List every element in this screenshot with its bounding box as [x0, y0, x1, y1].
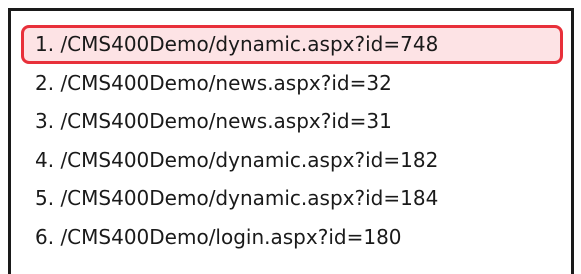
url-list-panel: 1. /CMS400Demo/dynamic.aspx?id=748 2. /C… [8, 8, 574, 274]
list-item[interactable]: 4. /CMS400Demo/dynamic.aspx?id=182 [21, 141, 566, 180]
list-item[interactable]: 6. /CMS400Demo/login.aspx?id=180 [21, 218, 566, 257]
list-item-selected[interactable]: 1. /CMS400Demo/dynamic.aspx?id=748 [21, 25, 563, 64]
list-item[interactable]: 3. /CMS400Demo/news.aspx?id=31 [21, 102, 566, 141]
url-list: 1. /CMS400Demo/dynamic.aspx?id=748 2. /C… [21, 25, 566, 256]
list-item[interactable]: 2. /CMS400Demo/news.aspx?id=32 [21, 64, 566, 103]
list-item[interactable]: 5. /CMS400Demo/dynamic.aspx?id=184 [21, 179, 566, 218]
